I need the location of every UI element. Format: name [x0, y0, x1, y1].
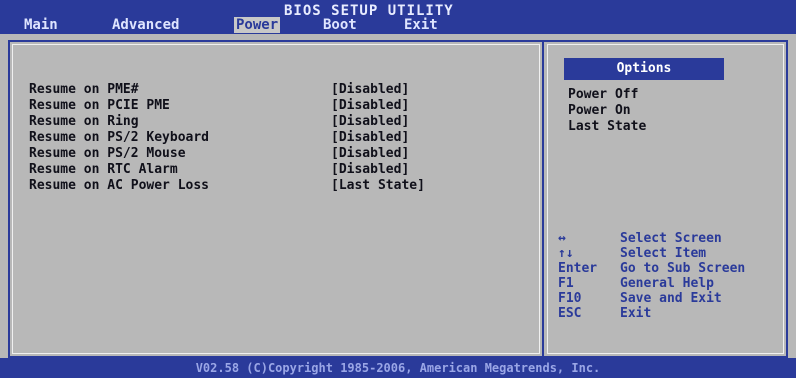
- setting-row-resume-rtc-alarm[interactable]: Resume on RTC Alarm [Disabled]: [29, 162, 469, 178]
- setting-value[interactable]: [Disabled]: [331, 162, 409, 177]
- help-desc: Select Screen: [620, 231, 722, 246]
- help-desc: Save and Exit: [620, 291, 722, 306]
- help-key: ESC: [558, 306, 582, 321]
- copyright-footer: V02.58 (C)Copyright 1985-2006, American …: [0, 358, 796, 378]
- setting-row-resume-pcie-pme[interactable]: Resume on PCIE PME [Disabled]: [29, 98, 469, 114]
- help-exit: ESC Exit: [558, 306, 651, 351]
- help-key: F1: [558, 276, 574, 291]
- help-key: Enter: [558, 261, 598, 276]
- setting-label: Resume on PCIE PME: [29, 98, 170, 113]
- setting-value[interactable]: [Disabled]: [331, 98, 409, 113]
- setting-label: Resume on PME#: [29, 82, 139, 97]
- setting-value[interactable]: [Disabled]: [331, 82, 409, 97]
- options-header: Options: [564, 58, 724, 80]
- setting-value[interactable]: [Disabled]: [331, 146, 409, 161]
- option-power-off[interactable]: Power Off: [568, 87, 638, 102]
- help-desc: Select Item: [620, 246, 707, 261]
- setting-label: Resume on RTC Alarm: [29, 162, 178, 177]
- up-down-arrows-icon: ↑↓: [558, 246, 574, 261]
- setting-row-resume-pme[interactable]: Resume on PME# [Disabled]: [29, 82, 469, 98]
- setting-row-resume-ac-power-loss[interactable]: Resume on AC Power Loss [Last State]: [29, 178, 469, 194]
- tab-advanced[interactable]: Advanced: [110, 17, 181, 33]
- setting-row-resume-ring[interactable]: Resume on Ring [Disabled]: [29, 114, 469, 130]
- left-right-arrows-icon: ↔: [558, 231, 566, 246]
- setting-row-resume-ps2-keyboard[interactable]: Resume on PS/2 Keyboard [Disabled]: [29, 130, 469, 146]
- help-desc: General Help: [620, 276, 714, 291]
- tab-main[interactable]: Main: [22, 17, 60, 33]
- tab-exit[interactable]: Exit: [402, 17, 440, 33]
- option-last-state[interactable]: Last State: [568, 119, 646, 134]
- setting-row-resume-ps2-mouse[interactable]: Resume on PS/2 Mouse [Disabled]: [29, 146, 469, 162]
- setting-label: Resume on Ring: [29, 114, 139, 129]
- setting-value[interactable]: [Disabled]: [331, 114, 409, 129]
- option-power-on[interactable]: Power On: [568, 103, 631, 118]
- help-key: F10: [558, 291, 582, 306]
- top-bar: BIOS SETUP UTILITY Main Advanced Power B…: [0, 0, 796, 34]
- panel-divider: [542, 40, 544, 358]
- help-desc: Exit: [620, 306, 652, 321]
- setting-value[interactable]: [Last State]: [331, 178, 425, 193]
- setting-value[interactable]: [Disabled]: [331, 130, 409, 145]
- setting-label: Resume on PS/2 Keyboard: [29, 130, 210, 145]
- help-desc: Go to Sub Screen: [620, 261, 746, 276]
- setting-label: Resume on PS/2 Mouse: [29, 146, 186, 161]
- tab-power[interactable]: Power: [234, 17, 281, 33]
- tab-boot[interactable]: Boot: [321, 17, 359, 33]
- setting-label: Resume on AC Power Loss: [29, 178, 210, 193]
